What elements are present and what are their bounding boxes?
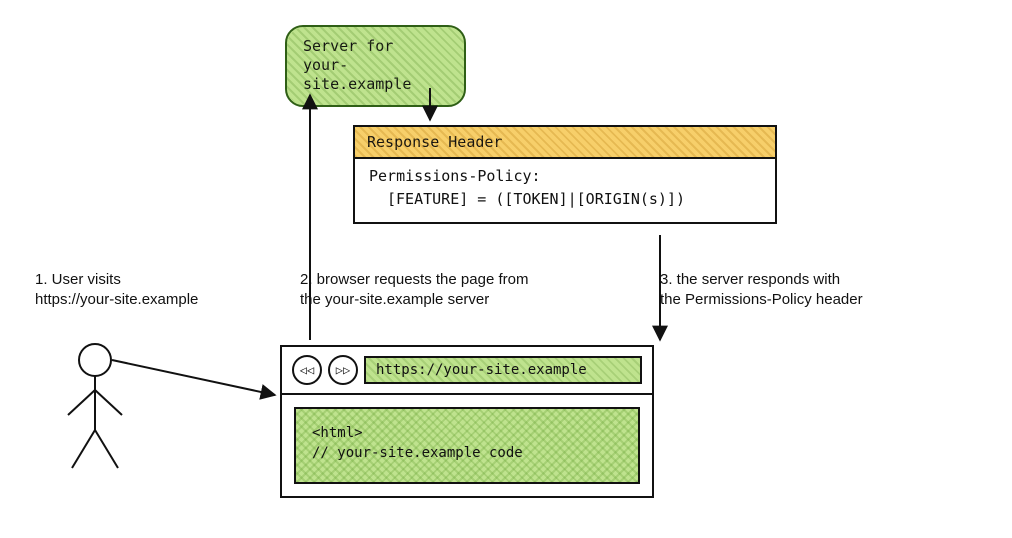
server-label-line1: Server for — [303, 37, 448, 56]
forward-button-icon: ▷▷ — [328, 355, 358, 385]
server-box: Server for your-site.example — [285, 25, 466, 107]
url-bar: https://your-site.example — [364, 356, 642, 384]
response-header-bar: Response Header — [355, 127, 775, 159]
response-body: Permissions-Policy: [FEATURE] = ([TOKEN]… — [355, 159, 775, 222]
browser-toolbar: ◁◁ ▷▷ https://your-site.example — [282, 347, 652, 395]
response-box: Response Header Permissions-Policy: [FEA… — [353, 125, 777, 224]
browser-window: ◁◁ ▷▷ https://your-site.example <html> /… — [280, 345, 654, 498]
response-body-line2: [FEATURE] = ([TOKEN]|[ORIGIN(s)]) — [369, 188, 761, 211]
user-icon — [68, 344, 122, 468]
browser-viewport: <html> // your-site.example code — [294, 407, 640, 484]
back-button-icon: ◁◁ — [292, 355, 322, 385]
server-label-line2: your-site.example — [303, 56, 448, 94]
arrow-user-to-browser — [112, 360, 275, 395]
url-text: https://your-site.example — [376, 362, 587, 378]
response-body-line1: Permissions-Policy: — [369, 165, 761, 188]
step-1-caption: 1. User visits https://your-site.example — [35, 270, 265, 311]
step-3-caption: 3. the server responds with the Permissi… — [660, 270, 990, 311]
code-line-1: <html> — [312, 423, 622, 443]
diagram-canvas: Server for your-site.example Response He… — [0, 0, 1012, 538]
response-header-label: Response Header — [367, 133, 502, 151]
step-2-caption: 2. browser requests the page from the yo… — [300, 270, 620, 311]
code-line-2: // your-site.example code — [312, 443, 622, 463]
